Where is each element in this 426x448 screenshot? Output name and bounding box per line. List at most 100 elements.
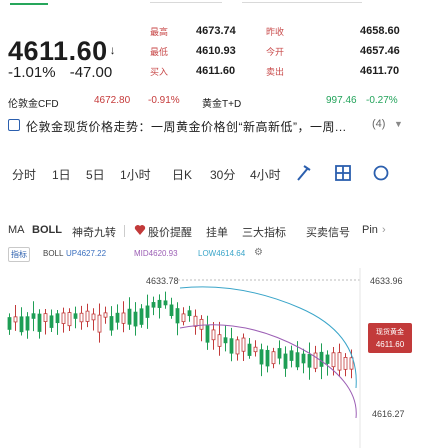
candle-body <box>169 304 174 317</box>
boll-up-value: UP4627.22 <box>66 249 107 258</box>
divider <box>242 2 362 3</box>
chart-high-label: 4633.78 <box>146 276 179 286</box>
candle-body <box>325 354 330 364</box>
high-value: 4673.74 <box>196 25 236 37</box>
news-title[interactable]: 伦敦金现货价格走势：一周黄金价格创“新高新低”，一周... <box>26 118 347 135</box>
divider <box>150 2 222 3</box>
indicator-boll[interactable]: BOLL <box>32 224 62 236</box>
candle-body <box>25 316 30 331</box>
candle-body <box>295 352 300 368</box>
candle-body <box>139 308 144 325</box>
badge-price: 4611.60 <box>375 340 405 349</box>
indicator-tag[interactable]: 指标 <box>8 247 30 262</box>
refresh-icon[interactable] <box>372 162 390 187</box>
candle-body <box>313 352 318 369</box>
candle-body <box>151 302 156 308</box>
indicator-signals[interactable]: 买卖信号 <box>306 224 350 240</box>
axis-low-label: 4616.27 <box>372 409 405 419</box>
ticker-price-gold-td: 997.46 <box>326 95 357 106</box>
gear-icon[interactable]: ⚙ <box>254 247 263 258</box>
ask-label: 卖出 <box>266 67 285 77</box>
boll-low-value: LOW4614.64 <box>198 249 246 258</box>
candle-body <box>103 312 108 318</box>
tab-4h[interactable]: 4小时 <box>250 166 281 183</box>
candle-body <box>199 318 204 330</box>
ticker-name-london-gold[interactable]: 伦敦金CFD <box>8 95 59 110</box>
news-headline[interactable]: 伦敦金现货价格走势：一周黄金价格创“新高新低”，一周... (4) ▼ <box>0 117 426 135</box>
change-absolute: -47.00 <box>69 64 113 81</box>
boll-mid-value: MID4620.93 <box>134 249 178 258</box>
quote-row: 最低 4610.93 今开 4657.46 <box>150 45 420 65</box>
candle-body <box>253 346 258 353</box>
bid-label: 买入 <box>150 67 169 77</box>
candle-body <box>37 313 42 332</box>
candle-body <box>67 312 72 327</box>
price-change: -1.01% -47.00 <box>8 64 122 81</box>
indicator-three-major[interactable]: 三大指标 <box>242 224 286 240</box>
candlestick-chart[interactable]: 4633.78 4633.96 4616.27 现货黄金 4611.60 <box>0 268 426 448</box>
price-value: 4611.60 <box>8 36 108 66</box>
candle-body <box>301 353 306 364</box>
tab-30m[interactable]: 30分 <box>210 166 235 183</box>
candle-body <box>211 329 216 341</box>
ticker-pct-gold-td: -0.27% <box>366 95 398 106</box>
candle-body <box>271 351 276 365</box>
tab-1h[interactable]: 1小时 <box>120 166 151 183</box>
candle-body <box>115 312 120 323</box>
quote-panel: 4611.60 ↓ -1.01% -47.00 最高 4673.74 昨收 465… <box>0 22 426 84</box>
indicator-ma[interactable]: MA <box>8 224 25 236</box>
indicator-pin[interactable]: Pin <box>362 224 378 236</box>
candle-body <box>331 352 336 368</box>
current-price-badge: 现货黄金 4611.60 <box>368 323 412 353</box>
candle-body <box>7 317 12 330</box>
tab-5d[interactable]: 5日 <box>86 166 105 183</box>
high-label: 最高 <box>150 27 169 37</box>
news-icon <box>8 119 20 131</box>
candle-body <box>241 337 246 352</box>
low-label: 最低 <box>150 47 169 57</box>
candle-body <box>91 313 96 321</box>
ticker-name-gold-td[interactable]: 黄金T+D <box>202 95 241 110</box>
candle-body <box>343 357 348 370</box>
candle-body <box>109 316 114 331</box>
current-price: 4611.60 ↓ <box>8 36 116 67</box>
tab-intraday[interactable]: 分时 <box>12 166 36 183</box>
news-count: (4) <box>372 118 386 130</box>
price-alert-label[interactable]: 股价提醒 <box>148 224 192 240</box>
candle-body <box>49 315 54 328</box>
candle-body <box>193 315 198 327</box>
low-value: 4610.93 <box>196 45 236 57</box>
chevron-down-icon[interactable]: ▼ <box>394 119 403 129</box>
quote-row: 最高 4673.74 昨收 4658.60 <box>150 25 420 45</box>
top-strip <box>0 0 426 12</box>
tab-daily-k[interactable]: 日K <box>172 166 192 183</box>
candle-body <box>235 339 240 355</box>
ticker-price-london-gold: 4672.80 <box>94 95 131 106</box>
candle-body <box>277 348 282 359</box>
candle-body <box>265 349 270 367</box>
candle-body <box>13 316 18 323</box>
price-alert-button[interactable] <box>134 224 146 237</box>
badge-title: 现货黄金 <box>376 329 404 336</box>
indicator-orders[interactable]: 挂单 <box>206 224 228 240</box>
candle-body <box>307 354 312 368</box>
candle-body <box>163 300 168 306</box>
candle-body <box>259 349 264 365</box>
active-tab-indicator <box>10 3 48 5</box>
layout-grid-icon[interactable] <box>334 162 352 187</box>
candle-body <box>145 305 150 318</box>
candle-body <box>85 310 90 322</box>
open-label: 今开 <box>266 47 285 57</box>
candle-body <box>19 316 24 333</box>
indicator-td9[interactable]: 神奇九转 <box>72 224 116 240</box>
indicator-more[interactable]: › <box>382 224 386 236</box>
axis-top-label: 4633.96 <box>370 276 403 286</box>
related-tickers: 伦敦金CFD 4672.80 -0.91% 黄金T+D 997.46 -0.27… <box>0 95 426 111</box>
tab-1d[interactable]: 1日 <box>52 166 71 183</box>
draw-tool-icon[interactable] <box>294 162 312 187</box>
candle-body <box>205 325 210 343</box>
chart-canvas <box>7 268 361 448</box>
candle-body <box>283 353 288 369</box>
candle-body <box>223 337 228 344</box>
candle-body <box>229 338 234 354</box>
